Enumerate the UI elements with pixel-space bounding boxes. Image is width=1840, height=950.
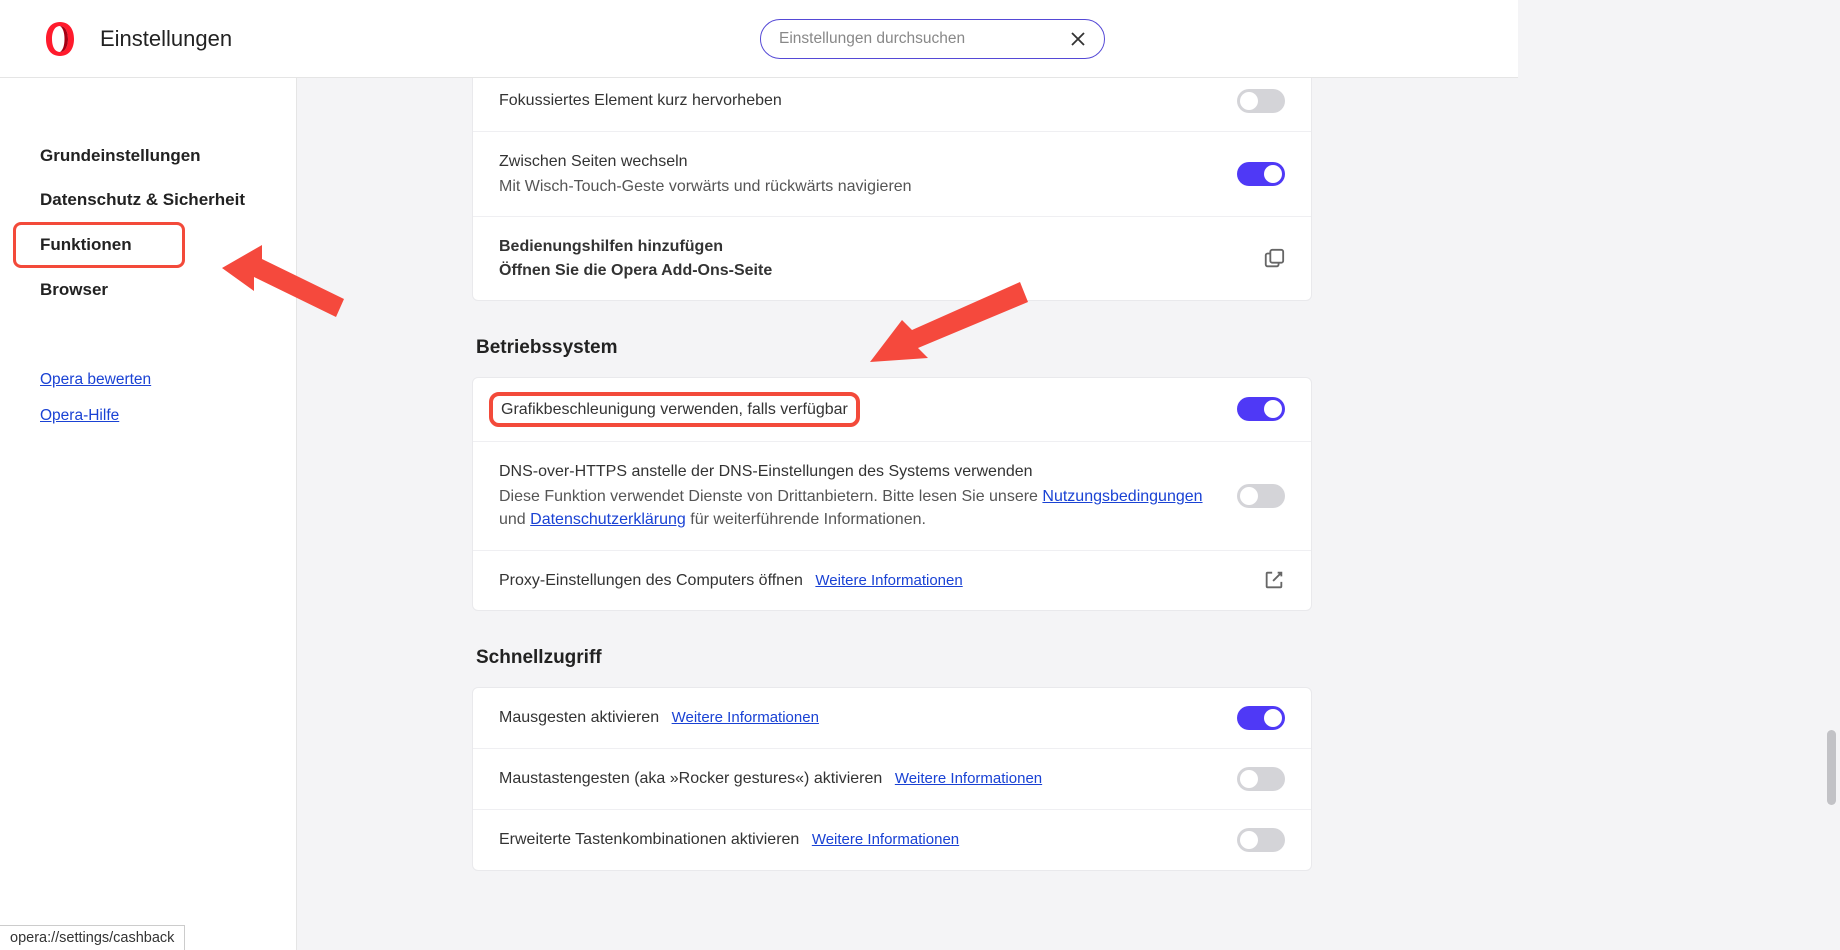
- section-title-quick: Schnellzugriff: [476, 647, 1312, 669]
- sidebar: Grundeinstellungen Datenschutz & Sicherh…: [0, 78, 297, 950]
- toggle-rocker-gestures[interactable]: [1237, 767, 1285, 791]
- link-mouse-more[interactable]: Weitere Informationen: [672, 709, 819, 726]
- search-pill[interactable]: [760, 19, 1105, 59]
- link-keys-more[interactable]: Weitere Informationen: [812, 831, 959, 848]
- row-focus-highlight: Fokussiertes Element kurz hervorheben: [473, 78, 1311, 131]
- toggle-focus-highlight[interactable]: [1237, 89, 1285, 113]
- sidebar-item-features[interactable]: Funktionen: [13, 222, 185, 268]
- search-container: [760, 19, 1105, 59]
- sidebar-link-rate-opera[interactable]: Opera bewerten: [40, 362, 296, 398]
- scrollbar-thumb[interactable]: [1827, 730, 1836, 805]
- link-rocker-more[interactable]: Weitere Informationen: [895, 770, 1042, 787]
- open-external-icon: [1263, 569, 1285, 591]
- section-title-os: Betriebssystem: [476, 337, 1312, 359]
- sidebar-item-basics[interactable]: Grundeinstellungen: [40, 134, 296, 178]
- row-mouse-gestures: Mausgesten aktivieren Weitere Informatio…: [473, 688, 1311, 748]
- row-swipe-pages: Zwischen Seiten wechseln Mit Wisch-Touch…: [473, 131, 1311, 216]
- row-rocker-gestures: Maustastengesten (aka »Rocker gestures«)…: [473, 748, 1311, 809]
- toggle-mouse-gestures[interactable]: [1237, 706, 1285, 730]
- external-window-icon: [1263, 248, 1285, 270]
- sidebar-item-privacy[interactable]: Datenschutz & Sicherheit: [40, 178, 296, 222]
- toggle-swipe-pages[interactable]: [1237, 162, 1285, 186]
- row-proxy-settings[interactable]: Proxy-Einstellungen des Computers öffnen…: [473, 550, 1311, 610]
- sidebar-item-browser[interactable]: Browser: [40, 268, 296, 312]
- row-advanced-shortcuts: Erweiterte Tastenkombinationen aktiviere…: [473, 809, 1311, 870]
- row-gpu-accel: Grafikbeschleunigung verwenden, falls ve…: [473, 378, 1311, 441]
- page-title: Einstellungen: [100, 26, 232, 52]
- link-terms[interactable]: Nutzungsbedingungen: [1042, 488, 1202, 505]
- highlight-gpu-text: Grafikbeschleunigung verwenden, falls ve…: [489, 392, 860, 427]
- row-dns-over-https: DNS-over-HTTPS anstelle der DNS-Einstell…: [473, 441, 1311, 550]
- link-proxy-more[interactable]: Weitere Informationen: [815, 572, 962, 589]
- toggle-dns-over-https[interactable]: [1237, 484, 1285, 508]
- status-bar: opera://settings/cashback: [0, 925, 185, 950]
- toggle-advanced-shortcuts[interactable]: [1237, 828, 1285, 852]
- row-add-accessibility[interactable]: Bedienungshilfen hinzufügen Öffnen Sie d…: [473, 216, 1311, 299]
- right-gutter: [1518, 0, 1840, 950]
- close-icon[interactable]: [1070, 31, 1086, 47]
- toggle-gpu-accel[interactable]: [1237, 397, 1285, 421]
- link-privacy[interactable]: Datenschutzerklärung: [530, 511, 686, 528]
- search-input[interactable]: [779, 30, 1070, 48]
- opera-logo-icon: [40, 19, 80, 59]
- sidebar-link-opera-help[interactable]: Opera-Hilfe: [40, 398, 296, 434]
